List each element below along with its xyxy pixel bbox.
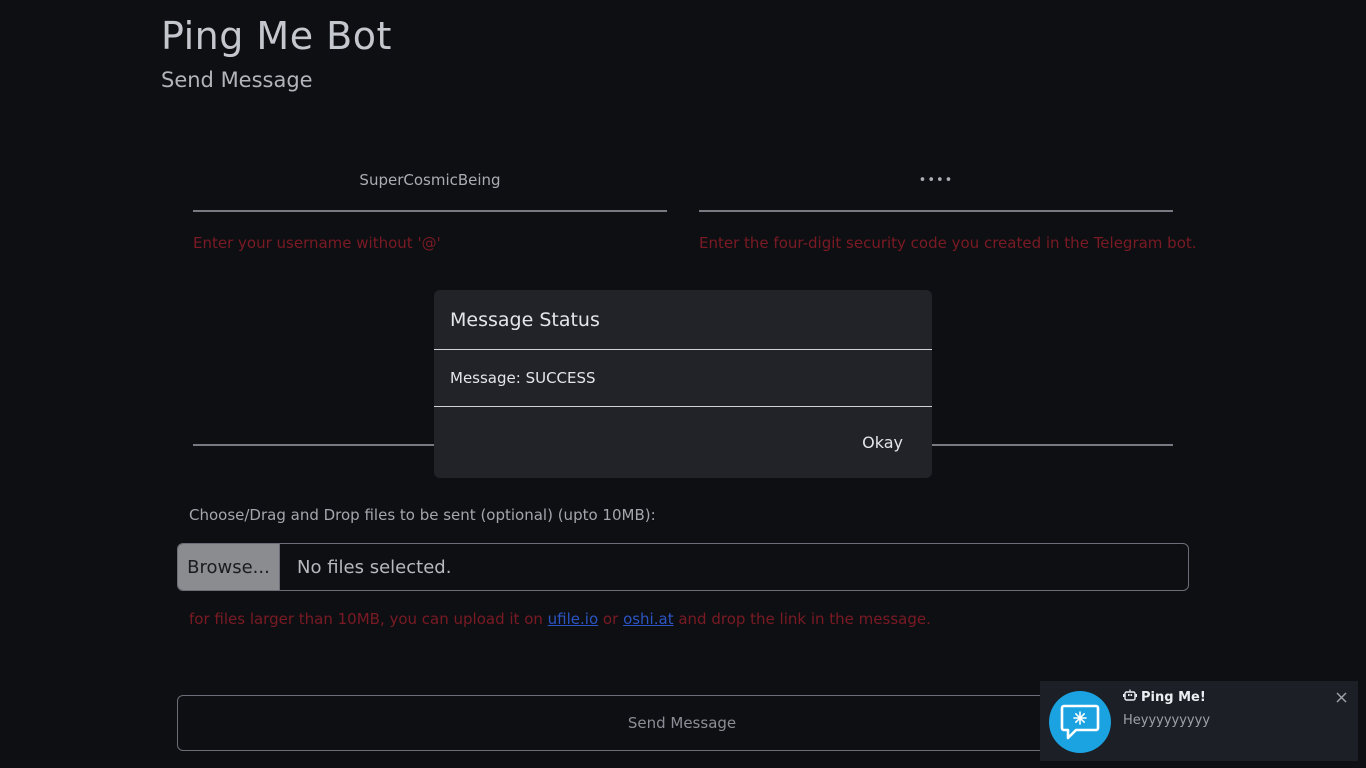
upload-hint: for files larger than 10MB, you can uplo… [189, 610, 931, 628]
security-code-input[interactable] [699, 150, 1173, 210]
security-code-hint: Enter the four-digit security code you c… [699, 234, 1197, 252]
modal-header: Message Status [434, 290, 932, 350]
oshi-link[interactable]: oshi.at [623, 610, 674, 628]
security-code-field-wrapper [699, 150, 1173, 212]
notification-title: Ping Me! [1141, 689, 1206, 705]
notification-toast[interactable]: Ping Me! Heyyyyyyyyy [1040, 681, 1358, 761]
modal-title: Message Status [450, 308, 600, 331]
bot-icon [1123, 689, 1137, 705]
message-status-modal: Message Status Message: SUCCESS Okay [434, 290, 932, 478]
modal-footer: Okay [434, 407, 932, 477]
username-hint: Enter your username without '@' [193, 234, 441, 252]
username-input[interactable] [193, 150, 667, 210]
browse-button[interactable]: Browse... [178, 544, 280, 590]
close-icon[interactable] [1333, 689, 1349, 705]
modal-body: Message: SUCCESS [434, 350, 932, 407]
chat-bubble-icon [1049, 691, 1111, 753]
upload-hint-prefix: for files larger than 10MB, you can uplo… [189, 610, 543, 628]
file-status-text: No files selected. [297, 556, 452, 578]
notification-message: Heyyyyyyyyy [1123, 713, 1211, 728]
send-message-button[interactable]: Send Message [177, 695, 1187, 751]
file-upload-label: Choose/Drag and Drop files to be sent (o… [189, 506, 656, 524]
notification-title-row: Ping Me! [1123, 689, 1206, 705]
file-input[interactable]: Browse... No files selected. [177, 543, 1189, 591]
upload-hint-middle: or [602, 610, 619, 628]
username-field-wrapper [193, 150, 667, 212]
ufile-link[interactable]: ufile.io [548, 610, 598, 628]
app-title: Ping Me Bot [161, 14, 392, 58]
okay-button[interactable]: Okay [862, 433, 903, 452]
upload-hint-suffix: and drop the link in the message. [678, 610, 931, 628]
page-subtitle: Send Message [161, 68, 313, 92]
